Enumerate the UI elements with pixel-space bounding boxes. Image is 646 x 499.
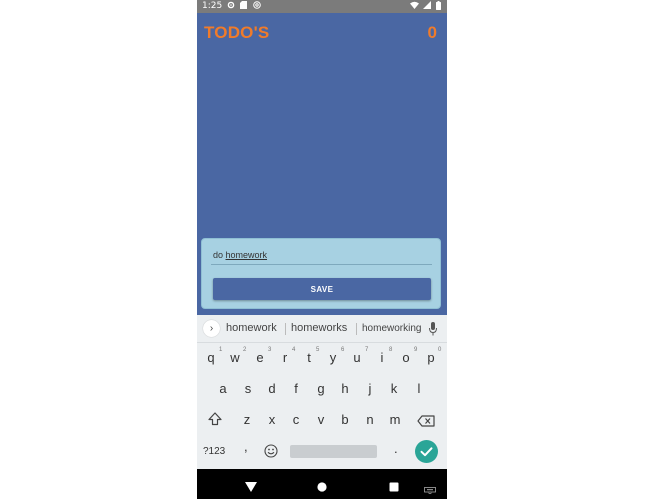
shift-icon[interactable] (207, 412, 223, 428)
microphone-icon[interactable] (429, 322, 437, 336)
status-icons-right (410, 1, 443, 10)
key-hint-2: 2 (243, 347, 247, 353)
key-u[interactable]: u (347, 347, 367, 369)
key-q[interactable]: q (201, 347, 221, 369)
key-k[interactable]: k (384, 378, 404, 400)
key-o[interactable]: o (396, 347, 416, 369)
todo-form-card: do homework SAVE (201, 238, 441, 309)
status-icons-left (226, 1, 261, 10)
period-key[interactable]: . (394, 441, 398, 456)
key-l[interactable]: l (409, 378, 429, 400)
key-z[interactable]: z (237, 409, 257, 431)
emoji-icon[interactable] (264, 444, 278, 458)
status-time: 1:25 (202, 1, 223, 11)
gear-icon (226, 1, 235, 10)
key-hint-6: 6 (341, 347, 345, 353)
key-s[interactable]: s (238, 378, 258, 400)
suggestion-1[interactable]: homework (226, 322, 277, 334)
chevron-right-icon[interactable]: › (203, 320, 220, 337)
home-icon[interactable] (317, 479, 327, 497)
keyboard-switch-icon[interactable] (424, 481, 436, 499)
key-hint-4: 4 (292, 347, 296, 353)
key-y[interactable]: y (323, 347, 343, 369)
suggestion-strip: › homework homeworks homeworking (197, 315, 447, 343)
soft-keyboard: › homework homeworks homeworking q w e r… (197, 315, 447, 469)
key-hint-3: 3 (268, 347, 272, 353)
suggestion-3[interactable]: homeworking (362, 323, 421, 334)
key-w[interactable]: w (225, 347, 245, 369)
save-button[interactable]: SAVE (213, 278, 431, 300)
key-hint-5: 5 (316, 347, 320, 353)
key-c[interactable]: c (286, 409, 306, 431)
wifi-icon (410, 1, 419, 10)
key-h[interactable]: h (335, 378, 355, 400)
battery-icon (434, 1, 443, 10)
key-hint-0: 0 (438, 347, 442, 353)
navigation-bar (197, 469, 447, 499)
recents-icon[interactable] (389, 479, 399, 497)
key-a[interactable]: a (213, 378, 233, 400)
key-m[interactable]: m (385, 409, 405, 431)
signal-icon (422, 1, 431, 10)
key-f[interactable]: f (286, 378, 306, 400)
todo-input[interactable]: do homework (211, 245, 432, 265)
backspace-icon[interactable] (417, 414, 435, 427)
comma-key[interactable]: , (244, 439, 248, 454)
key-j[interactable]: j (360, 378, 380, 400)
key-hint-8: 8 (389, 347, 393, 353)
todo-count: 0 (427, 23, 437, 42)
key-hint-9: 9 (414, 347, 418, 353)
key-hint-7: 7 (365, 347, 369, 353)
key-x[interactable]: x (262, 409, 282, 431)
key-n[interactable]: n (360, 409, 380, 431)
status-bar: 1:25 (197, 0, 447, 13)
suggestion-divider (285, 323, 286, 335)
key-g[interactable]: g (311, 378, 331, 400)
symbols-key[interactable]: ?123 (203, 446, 225, 457)
enter-key[interactable] (415, 440, 438, 463)
checkmark-icon (420, 447, 433, 457)
at-icon (252, 1, 261, 10)
todo-input-composing-word: homework (225, 250, 268, 260)
key-b[interactable]: b (335, 409, 355, 431)
key-v[interactable]: v (311, 409, 331, 431)
space-bar[interactable] (290, 445, 377, 458)
back-icon[interactable] (245, 479, 257, 497)
key-d[interactable]: d (262, 378, 282, 400)
todo-input-prefix: do (213, 250, 226, 260)
app-title: TODO'S (204, 23, 270, 42)
key-hint-1: 1 (219, 347, 223, 353)
sd-card-icon (239, 1, 248, 10)
suggestion-2[interactable]: homeworks (291, 322, 347, 334)
suggestion-divider (356, 323, 357, 335)
key-e[interactable]: e (250, 347, 270, 369)
phone-screen: 1:25 TODO'S 0 do homework SAVE › homewor… (197, 0, 447, 499)
